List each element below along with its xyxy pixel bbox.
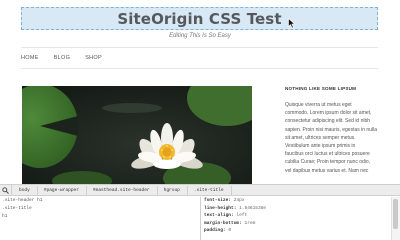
widget-title: NOTHING LIKE SOME LIPSUM [285, 86, 357, 91]
nav-divider-top [21, 47, 378, 48]
widget-text-line: faucibus orci luctus et ultrices posuere [285, 151, 370, 158]
style-property: line-height: [204, 205, 237, 211]
widget-text-line: cubilia Curae; Proin tempor nunc odio, [285, 159, 371, 166]
selector-item[interactable]: h1 [0, 213, 200, 221]
breadcrumb-item[interactable]: #page-wrapper [37, 185, 88, 195]
widget-text-line: sapien. Proin nisi mauris, egestas in nu… [285, 126, 377, 133]
style-value[interactable]: 24px [234, 198, 245, 203]
panel-divider[interactable] [200, 197, 201, 240]
breadcrumb-item[interactable]: #masthead.site-header [86, 185, 158, 195]
style-value[interactable]: 0 [228, 228, 231, 233]
style-value[interactable]: 1.8461538e [239, 206, 266, 211]
widget-text-line: sit amet, ultrices semper metus. [285, 134, 356, 141]
widget-text-line: Vestibulum ante ipsum primis in [285, 143, 356, 150]
widget-text-line: Quisque viverra ut metus eget [285, 102, 352, 108]
style-property: padding: [204, 228, 226, 233]
style-properties: font-size: 24px line-height: 1.8461538e … [204, 197, 390, 240]
selector-list: .site-header h1 .site-title h1 [0, 197, 200, 240]
style-value[interactable]: left [236, 213, 247, 218]
site-tagline: Editing This Is So Easy [169, 33, 231, 39]
style-row[interactable]: padding: 0 [204, 227, 390, 235]
nav-item-blog[interactable]: BLOG [54, 55, 70, 61]
lotus-flower-picture [22, 86, 252, 184]
selector-item[interactable]: .site-title [0, 205, 200, 213]
selector-item[interactable]: .site-header h1 [0, 197, 200, 205]
nav-item-home[interactable]: HOME [21, 55, 39, 61]
breadcrumb: body #page-wrapper #masthead.site-header… [0, 185, 400, 196]
widget-text-line: vel dapibus metus varius et. Nam nec [285, 167, 369, 174]
breadcrumb-item[interactable]: body [12, 185, 38, 195]
main-navigation: HOME BLOG SHOP [21, 55, 102, 61]
breadcrumb-item[interactable]: hgroup [157, 185, 189, 195]
sidebar-widget: NOTHING LIKE SOME LIPSUM Quisque viverra… [285, 86, 380, 175]
style-property: font-size: [204, 198, 232, 203]
style-value[interactable]: 1rem [245, 221, 256, 226]
style-row[interactable]: font-size: 24px [204, 197, 390, 205]
style-row[interactable]: margin-bottom: 1rem [204, 220, 390, 228]
widget-text-line: consectetur adipiscing elit. Sed id nibh [285, 118, 371, 125]
style-row[interactable]: text-align: left [204, 212, 390, 220]
site-preview: SiteOrigin CSS Test Editing This Is So E… [0, 0, 400, 184]
scrollbar-thumb[interactable] [393, 199, 398, 229]
css-inspector-panel: body #page-wrapper #masthead.site-header… [0, 184, 400, 240]
widget-text: Quisque viverra ut metus eget commodo. L… [285, 101, 380, 175]
mouse-cursor-icon [288, 18, 296, 29]
search-icon [2, 186, 9, 194]
breadcrumb-item[interactable]: .site-title [187, 185, 232, 195]
style-row[interactable]: line-height: 1.8461538e [204, 205, 390, 213]
widget-text-line: commodo. Lorem ipsum dolor sit amet, [285, 110, 372, 117]
nav-item-shop[interactable]: SHOP [85, 55, 102, 61]
site-title-highlight[interactable]: SiteOrigin CSS Test [21, 7, 378, 30]
nav-divider-bottom [21, 68, 378, 69]
site-title[interactable]: SiteOrigin CSS Test [117, 10, 281, 28]
lotus-flower-image [22, 86, 252, 184]
inspect-button[interactable] [0, 185, 12, 195]
style-property: text-align: [204, 213, 234, 218]
style-property: margin-bottom: [204, 220, 242, 226]
